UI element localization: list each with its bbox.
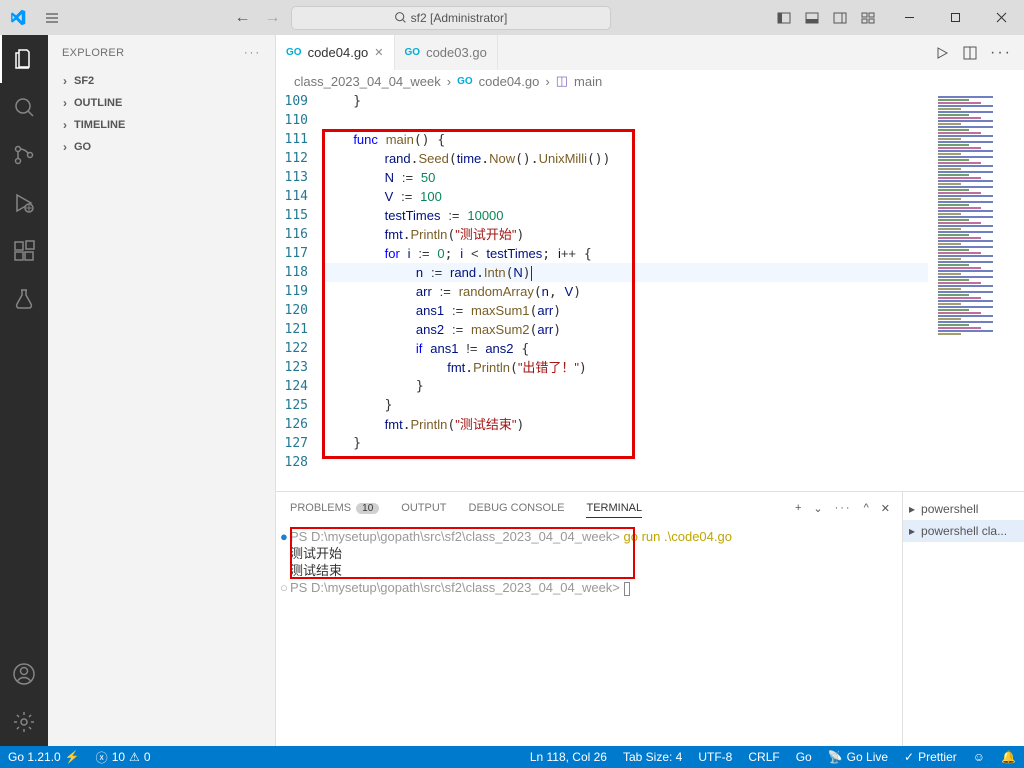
tab-label: code03.go	[426, 45, 487, 60]
sidebar: EXPLORER ··· ›SF2 ›OUTLINE ›TIMELINE ›GO	[48, 35, 276, 746]
panel-left-icon[interactable]	[776, 10, 792, 26]
layout-icons	[776, 10, 876, 26]
terminal-item-powershell[interactable]: ▸powershell	[903, 498, 1024, 520]
status-feedback-icon[interactable]: ☺	[965, 750, 993, 764]
status-prettier[interactable]: ✓Prettier	[896, 750, 965, 764]
panel-tab-problems[interactable]: PROBLEMS10	[290, 502, 379, 514]
minimap[interactable]	[928, 92, 1024, 491]
nav-arrows: ← →	[235, 9, 281, 27]
editor-tabs: GO code04.go ✕ GO code03.go ···	[276, 35, 1024, 70]
bottom-panel: PROBLEMS10 OUTPUT DEBUG CONSOLE TERMINAL…	[276, 491, 1024, 746]
new-terminal-icon[interactable]: +	[795, 502, 801, 515]
editor-area: GO code04.go ✕ GO code03.go ··· class_20…	[276, 35, 1024, 746]
more-icon[interactable]: ···	[990, 44, 1012, 62]
section-outline[interactable]: ›OUTLINE	[48, 92, 275, 114]
status-encoding[interactable]: UTF-8	[690, 750, 740, 764]
panel-bottom-icon[interactable]	[804, 10, 820, 26]
section-timeline[interactable]: ›TIMELINE	[48, 114, 275, 136]
run-debug-icon[interactable]	[0, 179, 48, 227]
maximize-panel-icon[interactable]: ^	[864, 502, 869, 515]
statusbar: Go 1.21.0⚡ ⓧ10⚠0 Ln 118, Col 26 Tab Size…	[0, 746, 1024, 768]
tab-code04[interactable]: GO code04.go ✕	[276, 35, 395, 70]
go-file-icon: GO	[286, 47, 302, 58]
terminal-list: ▸powershell ▸powershell cla...	[902, 492, 1024, 746]
section-go[interactable]: ›GO	[48, 136, 275, 158]
go-file-icon: GO	[457, 76, 473, 87]
command-center[interactable]: sf2 [Administrator]	[291, 6, 611, 30]
close-icon[interactable]	[978, 0, 1024, 35]
terminal-item-powershell-cla[interactable]: ▸powershell cla...	[903, 520, 1024, 542]
tab-label: code04.go	[308, 45, 369, 60]
vscode-logo-icon	[0, 9, 35, 26]
terminal-dropdown-icon[interactable]: ⌄	[813, 502, 822, 515]
panel-tab-terminal[interactable]: TERMINAL	[586, 499, 642, 518]
accounts-icon[interactable]	[0, 650, 48, 698]
status-golive[interactable]: 📡Go Live	[820, 750, 896, 764]
terminal-body[interactable]: ●PS D:\mysetup\gopath\src\sf2\class_2023…	[276, 524, 902, 746]
more-icon[interactable]: ···	[835, 502, 852, 515]
status-go-version[interactable]: Go 1.21.0⚡	[0, 750, 88, 764]
activity-bar	[0, 35, 48, 746]
testing-icon[interactable]	[0, 275, 48, 323]
panel-tab-output[interactable]: OUTPUT	[401, 502, 446, 514]
source-control-icon[interactable]	[0, 131, 48, 179]
status-bell-icon[interactable]: 🔔	[993, 750, 1024, 764]
explorer-icon[interactable]	[0, 35, 48, 83]
status-tabsize[interactable]: Tab Size: 4	[615, 750, 690, 764]
title-text: sf2 [Administrator]	[411, 11, 508, 25]
tab-code03[interactable]: GO code03.go	[395, 35, 498, 70]
more-icon[interactable]: ···	[244, 47, 261, 59]
symbol-icon: ◫	[556, 73, 568, 89]
line-gutter: 1091101111121131141151161171181191201211…	[276, 92, 322, 491]
forward-icon[interactable]: →	[265, 9, 281, 27]
search-icon[interactable]	[0, 83, 48, 131]
close-icon[interactable]: ✕	[374, 46, 383, 59]
status-eol[interactable]: CRLF	[740, 750, 787, 764]
back-icon[interactable]: ←	[235, 9, 251, 27]
titlebar: ← → sf2 [Administrator]	[0, 0, 1024, 35]
status-language[interactable]: Go	[788, 750, 820, 764]
panel-right-icon[interactable]	[832, 10, 848, 26]
layout-icon[interactable]	[860, 10, 876, 26]
extensions-icon[interactable]	[0, 227, 48, 275]
status-problems[interactable]: ⓧ10⚠0	[88, 749, 159, 766]
settings-gear-icon[interactable]	[0, 698, 48, 746]
run-icon[interactable]	[934, 45, 950, 61]
breadcrumbs[interactable]: class_2023_04_04_week› GOcode04.go› ◫mai…	[276, 70, 1024, 92]
code-body[interactable]: } func main() { rand.Seed(time.Now().Uni…	[322, 92, 928, 491]
minimize-icon[interactable]	[886, 0, 932, 35]
maximize-icon[interactable]	[932, 0, 978, 35]
menu-icon[interactable]	[35, 10, 69, 26]
go-file-icon: GO	[405, 47, 421, 58]
sidebar-header: EXPLORER	[62, 47, 124, 59]
folder-sf2[interactable]: ›SF2	[48, 70, 275, 92]
split-icon[interactable]	[962, 45, 978, 61]
close-panel-icon[interactable]: ✕	[881, 502, 890, 515]
panel-tab-debug[interactable]: DEBUG CONSOLE	[469, 502, 565, 514]
status-cursor[interactable]: Ln 118, Col 26	[522, 750, 615, 764]
